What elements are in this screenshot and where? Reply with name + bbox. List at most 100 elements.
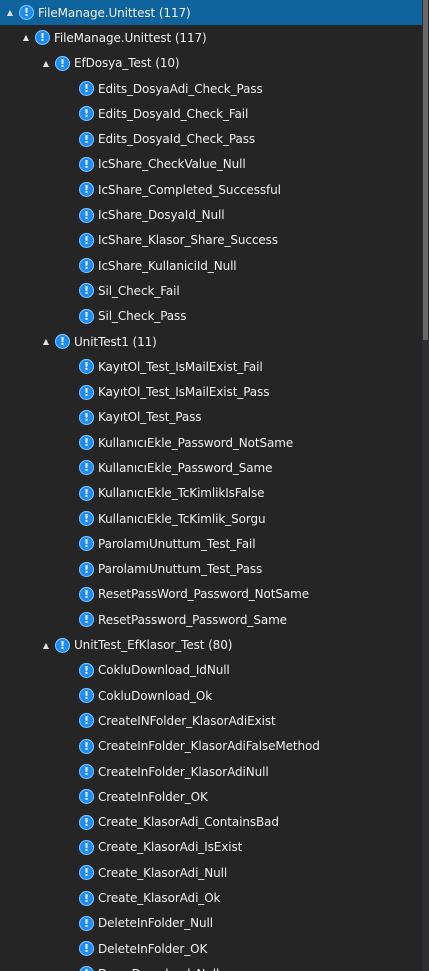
not-run-info-icon: ! — [79, 409, 94, 425]
tree-item-label: UnitTest1 (11) — [74, 334, 157, 349]
tree-item-label: EfDosya_Test (10) — [74, 56, 180, 71]
not-run-info-icon: ! — [35, 30, 50, 46]
not-run-info-icon: ! — [79, 941, 94, 957]
tree-test-item[interactable]: ! CreateInFolder_OK — [0, 784, 422, 809]
not-run-info-icon: ! — [79, 384, 94, 400]
not-run-info-icon: ! — [79, 435, 94, 451]
tree-test-item[interactable]: ! IcShare_KullaniciId_Null — [0, 253, 422, 278]
tree-test-item[interactable]: ! KullanıcıEkle_TcKimlikIsFalse — [0, 481, 422, 506]
not-run-info-icon: ! — [79, 865, 94, 881]
tree-test-item[interactable]: ! ResetPassWord_Password_NotSame — [0, 582, 422, 607]
tree-test-item[interactable]: ! DownDownload_Null — [0, 961, 422, 971]
tree-group-node[interactable]: ▲! FileManage.Unittest (117) — [0, 0, 422, 26]
tree-test-item[interactable]: ! Edits_DosyaId_Check_Pass — [0, 126, 422, 151]
tree-item-label: Edits_DosyaAdi_Check_Pass — [98, 81, 263, 96]
tree-item-label: CreateInFolder_KlasorAdiNull — [98, 764, 269, 779]
tree-item-label: ResetPassword_Password_Same — [98, 612, 287, 627]
not-run-info-icon: ! — [79, 915, 94, 931]
tree-test-item[interactable]: ! ResetPassword_Password_Same — [0, 607, 422, 632]
not-run-info-icon: ! — [79, 131, 94, 147]
not-run-info-icon: ! — [79, 966, 94, 971]
not-run-info-icon: ! — [79, 258, 94, 274]
not-run-info-icon: ! — [79, 764, 94, 780]
tree-item-label: CreateInFolder_KlasorAdiFalseMethod — [98, 739, 320, 754]
tree-test-item[interactable]: ! ParolamıUnuttum_Test_Fail — [0, 531, 422, 556]
not-run-info-icon: ! — [79, 662, 94, 678]
tree-test-item[interactable]: ! CreateINFolder_KlasorAdiExist — [0, 708, 422, 733]
tree-group-node[interactable]: ▲! EfDosya_Test (10) — [0, 51, 422, 76]
tree-test-item[interactable]: ! Create_KlasorAdi_Ok — [0, 885, 422, 910]
not-run-info-icon: ! — [79, 738, 94, 754]
tree-test-item[interactable]: ! DeleteInFolder_OK — [0, 936, 422, 961]
tree-item-label: CokluDownload_Ok — [98, 688, 213, 703]
tree-item-label: DeleteInFolder_Null — [98, 916, 214, 931]
test-explorer-tree[interactable]: ▲! FileManage.Unittest (117) ▲! FileManage.… — [0, 0, 422, 971]
tree-test-item[interactable]: ! Create_KlasorAdi_IsExist — [0, 835, 422, 860]
tree-test-item[interactable]: ! IcShare_CheckValue_Null — [0, 152, 422, 177]
tree-test-item[interactable]: ! IcShare_Completed_Successful — [0, 177, 422, 202]
expand-collapse-arrow-icon[interactable]: ▲ — [4, 8, 16, 17]
not-run-info-icon: ! — [79, 612, 94, 628]
tree-test-item[interactable]: ! CokluDownload_IdNull — [0, 658, 422, 683]
tree-test-item[interactable]: ! Create_KlasorAdi_ContainsBad — [0, 810, 422, 835]
not-run-info-icon: ! — [79, 81, 94, 97]
tree-test-item[interactable]: ! CreateInFolder_KlasorAdiNull — [0, 759, 422, 784]
tree-item-label: KullanıcıEkle_Password_NotSame — [98, 435, 294, 450]
not-run-info-icon: ! — [19, 5, 34, 21]
tree-test-item[interactable]: ! Sil_Check_Pass — [0, 304, 422, 329]
tree-test-item[interactable]: ! Create_KlasorAdi_Null — [0, 860, 422, 885]
not-run-info-icon: ! — [79, 839, 94, 855]
tree-test-item[interactable]: ! Edits_DosyaId_Check_Fail — [0, 101, 422, 126]
tree-item-label: ResetPassWord_Password_NotSame — [98, 587, 310, 602]
tree-test-item[interactable]: ! KayıtOl_Test_Pass — [0, 405, 422, 430]
tree-group-node[interactable]: ▲! UnitTest_EfKlasor_Test (80) — [0, 632, 422, 657]
tree-item-label: CokluDownload_IdNull — [98, 663, 230, 678]
not-run-info-icon: ! — [79, 359, 94, 375]
expand-collapse-arrow-icon[interactable]: ▲ — [40, 59, 52, 68]
tree-test-item[interactable]: ! Sil_Check_Fail — [0, 278, 422, 303]
not-run-info-icon: ! — [79, 536, 94, 552]
tree-test-item[interactable]: ! ParolamıUnuttum_Test_Pass — [0, 557, 422, 582]
tree-test-item[interactable]: ! KullanıcıEkle_TcKimlik_Sorgu — [0, 506, 422, 531]
not-run-info-icon: ! — [79, 789, 94, 805]
tree-item-label: IcShare_DosyaId_Null — [98, 208, 225, 223]
expand-collapse-arrow-icon[interactable]: ▲ — [40, 337, 52, 346]
tree-item-label: UnitTest_EfKlasor_Test (80) — [74, 638, 233, 653]
not-run-info-icon: ! — [79, 586, 94, 602]
not-run-info-icon: ! — [79, 713, 94, 729]
tree-test-item[interactable]: ! KullanıcıEkle_Password_Same — [0, 455, 422, 480]
not-run-info-icon: ! — [79, 182, 94, 198]
tree-item-label: Sil_Check_Pass — [98, 309, 187, 324]
tree-test-item[interactable]: ! KayıtOl_Test_IsMailExist_Fail — [0, 354, 422, 379]
tree-test-item[interactable]: ! KullanıcıEkle_Password_NotSame — [0, 430, 422, 455]
not-run-info-icon: ! — [79, 232, 94, 248]
tree-test-item[interactable]: ! CokluDownload_Ok — [0, 683, 422, 708]
tree-test-item[interactable]: ! KayıtOl_Test_IsMailExist_Pass — [0, 379, 422, 404]
expand-collapse-arrow-icon[interactable]: ▲ — [20, 33, 32, 42]
not-run-info-icon: ! — [79, 511, 94, 527]
tree-item-label: KayıtOl_Test_IsMailExist_Pass — [98, 385, 270, 400]
tree-test-item[interactable]: ! CreateInFolder_KlasorAdiFalseMethod — [0, 734, 422, 759]
tree-group-node[interactable]: ▲! FileManage.Unittest (117) — [0, 25, 422, 50]
tree-item-label: DownDownload_Null — [98, 967, 219, 971]
tree-item-label: CreateInFolder_OK — [98, 789, 208, 804]
tree-item-label: Create_KlasorAdi_IsExist — [98, 840, 243, 855]
tree-item-label: KayıtOl_Test_Pass — [98, 410, 202, 425]
tree-item-label: FileManage.Unittest (117) — [38, 5, 191, 20]
tree-item-label: Edits_DosyaId_Check_Fail — [98, 106, 249, 121]
tree-test-item[interactable]: ! IcShare_DosyaId_Null — [0, 202, 422, 227]
tree-test-item[interactable]: ! DeleteInFolder_Null — [0, 911, 422, 936]
tree-group-node[interactable]: ▲! UnitTest1 (11) — [0, 329, 422, 354]
vertical-scrollbar[interactable] — [422, 0, 429, 971]
tree-test-item[interactable]: ! IcShare_Klasor_Share_Success — [0, 228, 422, 253]
not-run-info-icon: ! — [79, 485, 94, 501]
scrollbar-thumb[interactable] — [423, 0, 428, 340]
expand-collapse-arrow-icon[interactable]: ▲ — [40, 641, 52, 650]
not-run-info-icon: ! — [79, 308, 94, 324]
tree-test-item[interactable]: ! Edits_DosyaAdi_Check_Pass — [0, 76, 422, 101]
not-run-info-icon: ! — [55, 334, 70, 349]
not-run-info-icon: ! — [79, 561, 94, 577]
tree-item-label: FileManage.Unittest (117) — [54, 30, 207, 45]
not-run-info-icon: ! — [55, 55, 70, 71]
tree-item-label: KullanıcıEkle_Password_Same — [98, 460, 273, 475]
